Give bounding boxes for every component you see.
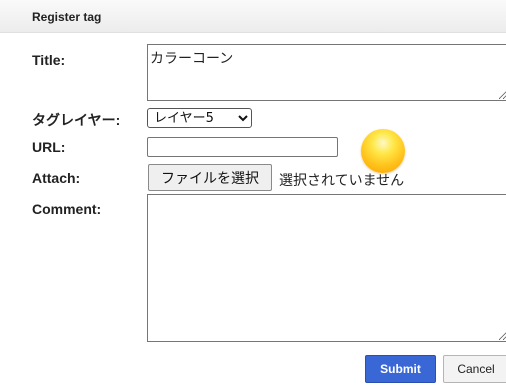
url-input[interactable] (147, 137, 338, 157)
tag-layer-select[interactable]: レイヤー5 (147, 108, 252, 128)
title-input[interactable]: カラーコーン (147, 44, 506, 101)
attach-label: Attach: (32, 170, 81, 186)
cancel-button[interactable]: Cancel (443, 355, 506, 383)
comment-input[interactable] (147, 194, 506, 342)
submit-button[interactable]: Submit (365, 355, 436, 383)
url-label: URL: (32, 139, 66, 155)
dialog-titlebar: Register tag (0, 0, 506, 33)
choose-file-button[interactable]: ファイルを選択 (148, 164, 272, 191)
file-status-text: 選択されていません (279, 173, 405, 189)
comment-label: Comment: (32, 201, 102, 217)
sun-ball-icon (361, 129, 405, 173)
title-label: Title: (32, 52, 66, 68)
tag-layer-label: タグレイヤー: (32, 112, 121, 128)
dialog-title: Register tag (32, 10, 102, 24)
